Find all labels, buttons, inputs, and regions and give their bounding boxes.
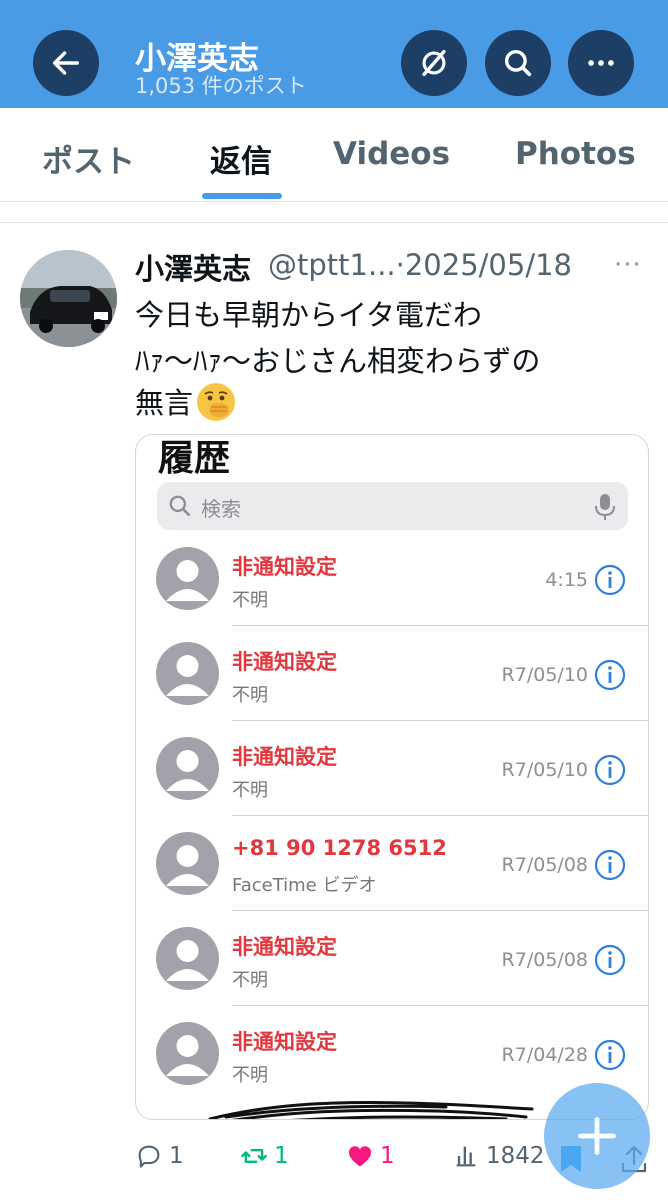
post-count: 1,053 件のポスト <box>135 74 307 98</box>
image-search-placeholder: 検索 <box>201 497 241 521</box>
more-horizontal-icon <box>588 60 614 66</box>
tab-photos[interactable]: Photos <box>515 136 636 172</box>
call-type: 不明 <box>232 590 268 611</box>
author-handle: @tptt1... <box>268 248 396 282</box>
caller-number: +81 90 1278 6512 <box>232 836 447 860</box>
post-image[interactable]: 履歴 検索 非通知設定 不明 4:15 非通知設定 不明 R7/05/10 非通… <box>135 434 649 1120</box>
like-count: 1 <box>380 1143 395 1169</box>
contact-avatar-icon <box>156 1022 219 1085</box>
reply-button[interactable]: 1 <box>135 1142 184 1170</box>
post-text-line: ﾊｧ〜ﾊｧ〜おじさん相変わらずの <box>135 344 541 378</box>
info-icon <box>594 659 626 691</box>
caller-name: 非通知設定 <box>232 650 337 674</box>
retweet-count: 1 <box>274 1143 289 1169</box>
reply-count: 1 <box>169 1143 184 1169</box>
post-more-icon[interactable]: ··· <box>614 250 642 280</box>
compose-button[interactable] <box>544 1083 650 1189</box>
face-with-hand-over-mouth-emoji <box>197 383 236 421</box>
call-row: 非通知設定 不明 4:15 <box>136 531 648 626</box>
view-count: 1842 <box>486 1143 545 1169</box>
retweet-button[interactable]: 1 <box>240 1142 289 1170</box>
info-icon <box>594 564 626 596</box>
retweet-icon <box>241 1149 267 1163</box>
tab-replies[interactable]: 返信 <box>210 136 272 181</box>
call-row: 非通知設定 不明 R7/05/08 <box>136 911 648 1006</box>
search-icon <box>504 49 532 77</box>
plus-icon <box>578 1117 616 1155</box>
author-avatar[interactable] <box>20 250 117 347</box>
info-icon <box>594 944 626 976</box>
call-type: FaceTime ビデオ <box>232 875 377 896</box>
call-time: R7/05/10 <box>501 664 588 686</box>
call-row: 非通知設定 不明 R7/05/10 <box>136 721 648 816</box>
info-icon <box>594 754 626 786</box>
search-icon <box>169 495 190 516</box>
reply-icon <box>138 1145 160 1168</box>
redaction-scribble <box>208 1101 534 1119</box>
meta-separator: · <box>395 248 405 282</box>
arrow-left-icon <box>52 51 80 75</box>
call-time: 4:15 <box>545 569 588 591</box>
back-button[interactable] <box>33 30 99 96</box>
call-type: 不明 <box>232 1065 268 1086</box>
call-time: R7/05/08 <box>501 949 588 971</box>
analytics-icon <box>456 1146 476 1167</box>
more-button[interactable] <box>568 30 634 96</box>
info-icon <box>594 1039 626 1071</box>
heart-icon <box>348 1146 372 1167</box>
call-row: +81 90 1278 6512 FaceTime ビデオ R7/05/08 <box>136 816 648 911</box>
tab-posts[interactable]: ポスト <box>42 136 135 181</box>
post-text-line: 無言 <box>135 380 236 422</box>
caller-name: 非通知設定 <box>232 555 337 579</box>
call-time: R7/04/28 <box>501 1044 588 1066</box>
info-icon <box>594 849 626 881</box>
caller-name: 非通知設定 <box>232 1030 337 1054</box>
author-name[interactable]: 小澤英志 <box>135 246 251 288</box>
call-row: 非通知設定 不明 R7/05/10 <box>136 626 648 721</box>
post-text-line: 今日も早朝からイタ電だわ <box>135 298 482 332</box>
divider <box>0 222 668 223</box>
post-date: 2025/05/18 <box>404 248 573 282</box>
search-button[interactable] <box>485 30 551 96</box>
profile-header: 小澤英志 1,053 件のポスト <box>0 0 668 108</box>
call-type: 不明 <box>232 685 268 706</box>
tab-videos[interactable]: Videos <box>333 136 450 172</box>
like-button[interactable]: 1 <box>346 1142 395 1170</box>
history-heading: 履歴 <box>158 438 231 479</box>
contact-avatar-icon <box>156 737 219 800</box>
author-handle-date[interactable]: @tptt1...·2025/05/18 <box>268 248 572 282</box>
contact-avatar-icon <box>156 832 219 895</box>
microphone-icon <box>595 494 615 520</box>
caller-name: 非通知設定 <box>232 745 337 769</box>
contact-avatar-icon <box>156 642 219 705</box>
call-time: R7/05/10 <box>501 759 588 781</box>
car-photo <box>20 250 117 347</box>
call-type: 不明 <box>232 780 268 801</box>
grok-button[interactable] <box>401 30 467 96</box>
caller-name: 非通知設定 <box>232 935 337 959</box>
call-time: R7/05/08 <box>501 854 588 876</box>
views-button[interactable]: 1842 <box>452 1142 545 1170</box>
grok-icon <box>422 49 446 77</box>
contact-avatar-icon <box>156 547 219 610</box>
profile-tabs: ポスト 返信 Videos Photos <box>0 108 668 202</box>
contact-avatar-icon <box>156 927 219 990</box>
call-type: 不明 <box>232 970 268 991</box>
post-text-line-3: 無言 <box>135 386 194 420</box>
image-search-bar: 検索 <box>157 482 628 530</box>
active-tab-indicator <box>202 193 282 199</box>
